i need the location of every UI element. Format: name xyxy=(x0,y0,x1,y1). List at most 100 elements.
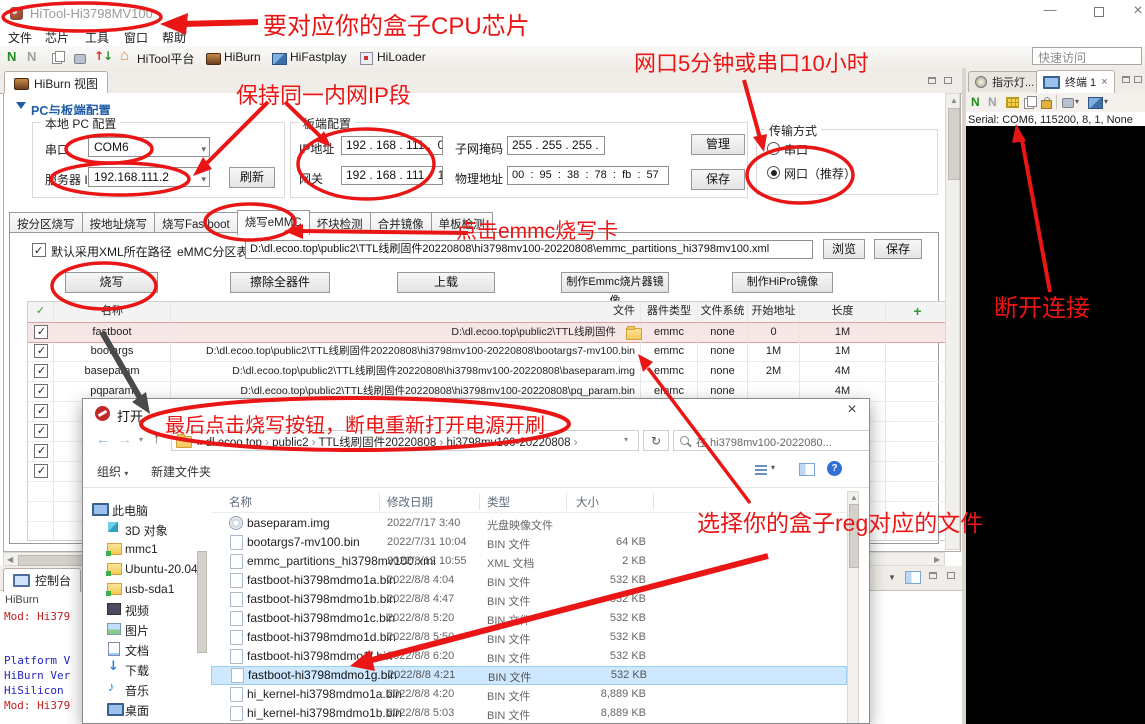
burn-button[interactable]: 烧写 xyxy=(65,272,158,293)
console-open-icon[interactable] xyxy=(905,571,921,584)
column-date[interactable]: 修改日期 xyxy=(387,494,433,510)
tab-indicator-light[interactable]: 指示灯... xyxy=(968,71,1041,92)
console-menu-icon[interactable]: ▼ xyxy=(888,573,896,582)
board-ip-input[interactable]: 192 . 168 . 111 . 0 xyxy=(341,136,443,155)
new-folder-button[interactable]: 新建文件夹 xyxy=(151,463,211,480)
breadcrumb-item[interactable]: dl.ecoo.top xyxy=(206,437,262,449)
breadcrumb-dropdown-icon[interactable]: ▾ xyxy=(624,435,628,444)
header-device-type[interactable]: 器件类型 xyxy=(641,302,698,321)
file-row[interactable]: fastboot-hi3798mdmo1b.bin 2022/8/8 4:47 … xyxy=(211,590,847,609)
minimize-button[interactable]: — xyxy=(1040,2,1060,22)
forward-icon[interactable]: → xyxy=(118,431,132,447)
xml-path-checkbox[interactable] xyxy=(32,243,46,257)
erase-all-button[interactable]: 擦除全器件 xyxy=(230,272,330,293)
scroll-up-icon[interactable]: ▲ xyxy=(950,96,958,106)
terminal-disconnect-icon[interactable]: N xyxy=(988,95,997,109)
file-row[interactable]: hi_kernel-hi3798mdmo1b.bin 2022/8/8 5:03… xyxy=(211,704,847,723)
terminal-dropdown-icon[interactable]: ▾ xyxy=(1104,97,1108,106)
sidebar-item-desktop[interactable]: 桌面 xyxy=(125,702,149,719)
editor-vscrollbar[interactable]: ▲ xyxy=(945,93,960,550)
sidebar-item-documents[interactable]: 文档 xyxy=(125,642,149,659)
network-radio[interactable] xyxy=(767,166,780,179)
hiloader-icon[interactable] xyxy=(360,52,373,65)
file-row-selected[interactable]: fastboot-hi3798mdmo1g.bin 2022/8/8 4:21 … xyxy=(211,666,847,685)
header-name[interactable]: 名称 xyxy=(54,302,171,321)
server-ip-combo[interactable]: 192.168.111.2 xyxy=(88,167,210,187)
menu-file[interactable]: 文件 xyxy=(8,29,32,46)
editor-minimize-icon[interactable] xyxy=(928,77,936,84)
new-connection-icon[interactable] xyxy=(1062,98,1074,108)
table-row-bootargs[interactable]: bootargs D:\dl.ecoo.top\public2\TTL线刷固件2… xyxy=(28,342,949,362)
browse-button[interactable]: 浏览 xyxy=(823,239,865,259)
sidebar-item-mmc1[interactable]: mmc1 xyxy=(125,542,158,556)
row-checkbox[interactable] xyxy=(34,325,48,339)
upload-button[interactable]: 上载 xyxy=(397,272,495,293)
tab-terminal-1[interactable]: 终端 1 × xyxy=(1036,70,1115,93)
connect-icon[interactable]: N xyxy=(7,49,16,64)
row-checkbox[interactable] xyxy=(34,364,48,378)
row-checkbox[interactable] xyxy=(34,424,48,438)
panel-minimize-icon[interactable] xyxy=(1122,76,1130,83)
organize-button[interactable]: 组织 ▾ xyxy=(97,463,128,480)
header-file[interactable]: 文件 xyxy=(171,302,641,321)
maximize-button[interactable] xyxy=(1094,7,1104,17)
header-length[interactable]: 长度 xyxy=(800,302,886,321)
breadcrumb-item[interactable]: public2 xyxy=(272,437,308,449)
hiburn-icon[interactable] xyxy=(206,53,221,65)
header-check[interactable]: ✓ xyxy=(28,302,54,321)
header-start-addr[interactable]: 开始地址 xyxy=(748,302,800,321)
view-mode-icon[interactable] xyxy=(755,465,767,475)
network-radio-label[interactable]: 网口（推荐） xyxy=(784,165,856,182)
search-box[interactable]: 在 hi3798mv100-2022080... xyxy=(673,430,870,451)
back-icon[interactable]: ← xyxy=(96,431,110,447)
hifastplay-icon[interactable] xyxy=(272,53,287,65)
sidebar-item-videos[interactable]: 视频 xyxy=(125,602,149,619)
dialog-close-icon[interactable]: × xyxy=(841,401,863,423)
terminal-settings-icon[interactable] xyxy=(1006,97,1019,108)
scroll-left-icon[interactable]: ◀ xyxy=(7,555,13,565)
serial-combo[interactable]: COM6 xyxy=(88,137,210,157)
toolbar-hiloader[interactable]: HiLoader xyxy=(377,50,426,64)
scroll-up-icon[interactable]: ▲ xyxy=(850,493,858,503)
row-checkbox[interactable] xyxy=(34,444,48,458)
view-mode-dropdown-icon[interactable]: ▾ xyxy=(771,463,775,472)
new-terminal-icon[interactable] xyxy=(1088,97,1103,109)
terminal-tab-close-icon[interactable]: × xyxy=(1101,76,1107,88)
file-row[interactable]: emmc_partitions_hi3798mv100.xml 2022/8/1… xyxy=(211,552,847,571)
home-icon[interactable]: ⌂ xyxy=(120,47,129,64)
menu-window[interactable]: 窗口 xyxy=(124,29,148,46)
menu-tools[interactable]: 工具 xyxy=(85,29,109,46)
close-button[interactable]: × xyxy=(1128,2,1145,22)
make-hipro-image-button[interactable]: 制作HiPro镜像 xyxy=(732,272,833,293)
disconnect-icon[interactable]: N xyxy=(27,49,36,64)
tab-hiburn-view[interactable]: HiBurn 视图 xyxy=(4,71,108,95)
refresh-box[interactable]: ↻ xyxy=(643,430,669,451)
refresh-button[interactable]: 刷新 xyxy=(229,167,275,188)
menu-help[interactable]: 帮助 xyxy=(162,29,186,46)
sidebar-item-ubuntu[interactable]: Ubuntu-20.04 ( xyxy=(125,562,205,576)
netmask-input[interactable]: 255 . 255 . 255 . 0 xyxy=(507,136,605,155)
terminal-screen[interactable] xyxy=(966,126,1145,724)
row-checkbox[interactable] xyxy=(34,404,48,418)
editor-maximize-icon[interactable] xyxy=(944,77,952,84)
board-save-button[interactable]: 保存 xyxy=(691,169,745,190)
breadcrumb-item[interactable]: TTL线刷固件20220808 xyxy=(319,437,437,449)
row-checkbox[interactable] xyxy=(34,344,48,358)
menu-chip[interactable]: 芯片 xyxy=(45,29,69,46)
row-checkbox[interactable] xyxy=(34,384,48,398)
quick-access-input[interactable]: 快速访问 xyxy=(1032,47,1142,65)
sidebar-scrollbar[interactable] xyxy=(197,551,207,653)
breadcrumb-item[interactable]: hi3798mv100-20220808 xyxy=(447,437,571,449)
serial-radio-label[interactable]: 串口 xyxy=(784,141,808,158)
toolbar-hifastplay[interactable]: HiFastplay xyxy=(290,50,347,64)
console-minimize-icon[interactable] xyxy=(929,572,937,579)
xml-checkbox-label[interactable]: 默认采用XML所在路径 xyxy=(51,243,172,260)
header-filesystem[interactable]: 文件系统 xyxy=(698,302,748,321)
make-emmc-image-button[interactable]: 制作Emmc烧片器镜像 xyxy=(561,272,669,293)
tab-burn-emmc[interactable]: 烧写eMMC xyxy=(237,210,310,235)
up-icon[interactable]: ↑ xyxy=(153,430,160,446)
gateway-input[interactable]: 192 . 168 . 111 . 1 xyxy=(341,166,443,185)
tab-console[interactable]: 控制台 xyxy=(3,568,81,592)
help-icon[interactable] xyxy=(827,461,842,476)
serial-radio[interactable] xyxy=(767,142,780,155)
